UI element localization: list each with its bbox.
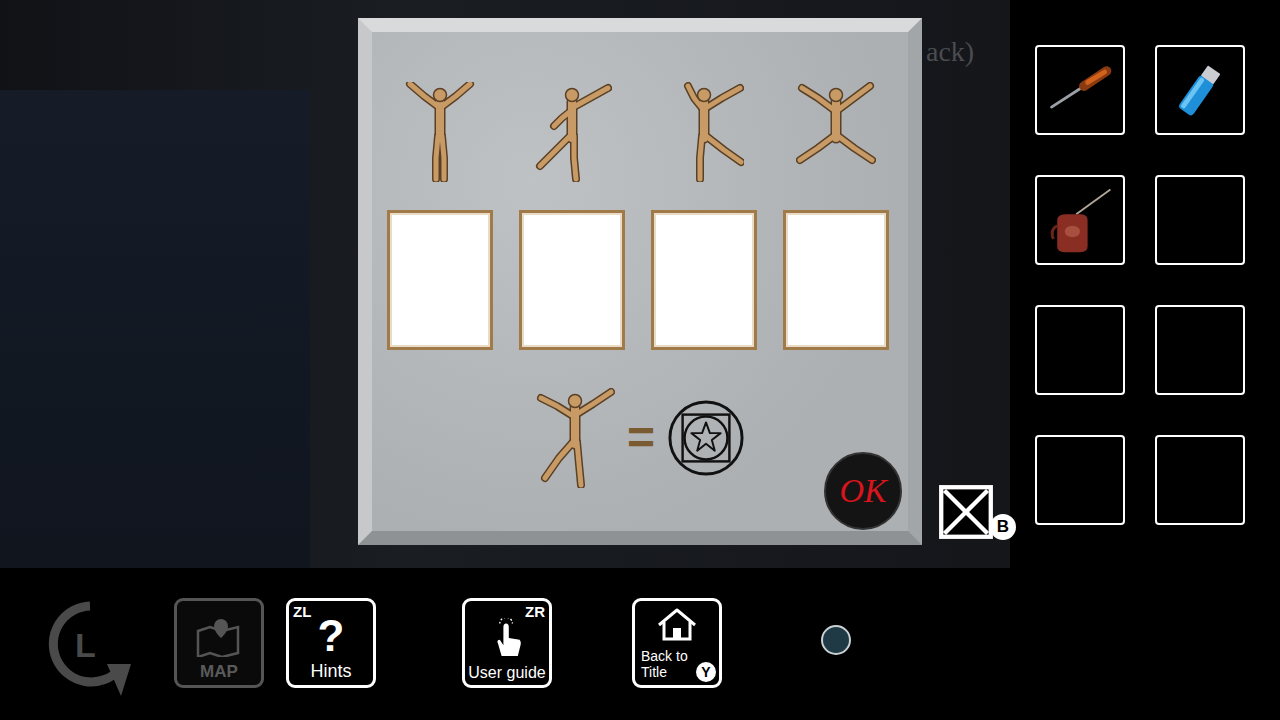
back-to-title-button[interactable]: Back toTitle Y: [632, 598, 722, 688]
close-x-icon: [938, 484, 994, 540]
hints-label: Hints: [310, 662, 351, 682]
screwdriver-icon: [1042, 52, 1118, 128]
equals-sign: =: [627, 414, 655, 462]
rewind-key: L: [75, 626, 96, 665]
toolbar: L MAP ZL ? Hints ZR User guide Back toTitl…: [0, 568, 1280, 720]
inventory-slot[interactable]: [1155, 305, 1245, 395]
map-pin-icon: [194, 617, 244, 657]
close-key-badge: B: [990, 514, 1016, 540]
inventory-slot[interactable]: [1155, 175, 1245, 265]
game-screen: ack) = OK B L MAP ZL ? Hints ZR User guide…: [0, 0, 1280, 720]
rewind-button[interactable]: L: [45, 598, 135, 698]
puzzle-panel: = OK: [358, 18, 922, 545]
pose-figure-icon: [796, 82, 876, 182]
pose-row: [372, 82, 908, 182]
title-label: Back toTitle: [635, 649, 688, 680]
oil-can-icon: [1042, 182, 1118, 258]
guide-key: ZR: [525, 603, 545, 620]
pose-figure-icon: [400, 82, 480, 182]
slot-row: [372, 210, 908, 350]
title-key: Y: [696, 662, 716, 682]
guide-label: User guide: [468, 664, 545, 682]
house-icon: [655, 607, 699, 641]
answer-slot[interactable]: [519, 210, 625, 350]
inventory: [1010, 0, 1280, 568]
user-guide-button[interactable]: ZR User guide: [462, 598, 552, 688]
lighter-icon: [1162, 52, 1238, 128]
inventory-slot[interactable]: [1035, 45, 1125, 135]
status-dot: [821, 625, 851, 655]
answer-slot[interactable]: [651, 210, 757, 350]
answer-slot[interactable]: [783, 210, 889, 350]
clue-figure-icon: [535, 388, 615, 488]
pointing-hand-icon: [489, 618, 525, 658]
pose-figure-icon: [664, 82, 744, 182]
inventory-slot[interactable]: [1035, 435, 1125, 525]
pose-figure-icon: [532, 82, 612, 182]
ok-button[interactable]: OK: [824, 452, 902, 530]
map-label: MAP: [200, 663, 238, 682]
background-label: ack): [926, 36, 974, 68]
answer-slot[interactable]: [387, 210, 493, 350]
inventory-slot[interactable]: [1155, 435, 1245, 525]
inventory-slot[interactable]: [1035, 175, 1125, 265]
hints-key: ZL: [293, 603, 311, 620]
star-symbol-icon: [667, 399, 745, 477]
inventory-slot[interactable]: [1035, 305, 1125, 395]
door: [0, 90, 310, 568]
hints-button[interactable]: ZL ? Hints: [286, 598, 376, 688]
close-button[interactable]: B: [938, 484, 1020, 542]
inventory-slot[interactable]: [1155, 45, 1245, 135]
scene: ack) = OK: [0, 0, 1010, 568]
hints-glyph: ?: [318, 614, 345, 658]
map-button[interactable]: MAP: [174, 598, 264, 688]
